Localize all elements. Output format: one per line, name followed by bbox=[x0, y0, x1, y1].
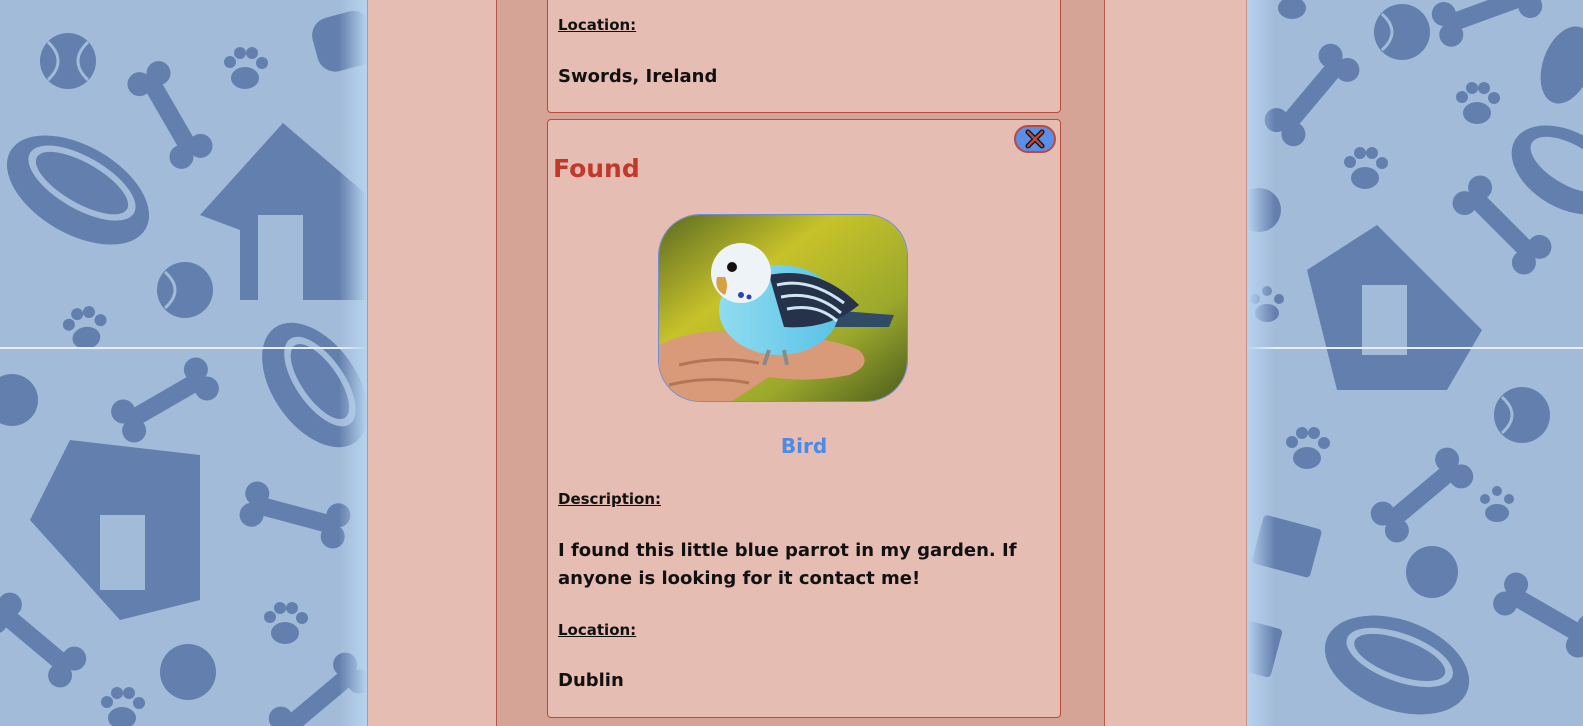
bone-icon bbox=[1370, 447, 1474, 543]
location-value: Dublin bbox=[558, 670, 624, 691]
paw-print-icon bbox=[1480, 486, 1514, 522]
paw-print-icon bbox=[1278, 0, 1306, 19]
close-x-icon bbox=[1025, 129, 1045, 149]
bone-icon bbox=[1493, 572, 1583, 658]
tennis-ball-icon bbox=[157, 262, 213, 318]
paw-print-icon bbox=[224, 47, 268, 89]
bowl-icon bbox=[6, 135, 150, 245]
tennis-ball-icon bbox=[1374, 4, 1430, 60]
bone-icon bbox=[111, 357, 219, 443]
bowl-icon bbox=[1540, 26, 1583, 104]
page: Location: Swords, Ireland Found Bird Des… bbox=[0, 0, 1583, 726]
paw-print-icon bbox=[1344, 147, 1388, 189]
bone-icon bbox=[0, 592, 87, 688]
pet-pattern-left bbox=[0, 11, 367, 726]
bone-icon bbox=[1431, 0, 1543, 47]
bone-icon bbox=[1264, 43, 1360, 147]
description-value: I found this little blue parrot in my ga… bbox=[558, 540, 1017, 589]
paw-print-icon bbox=[1286, 427, 1330, 469]
location-label: Location: bbox=[558, 621, 637, 639]
dog-house-icon bbox=[30, 440, 200, 620]
bowl-icon bbox=[1324, 615, 1470, 715]
location-label: Location: bbox=[558, 16, 637, 34]
tennis-ball-icon bbox=[40, 33, 96, 89]
location-value: Swords, Ireland bbox=[558, 66, 718, 87]
tennis-ball-icon bbox=[0, 374, 38, 426]
tennis-ball-icon bbox=[160, 644, 216, 700]
dog-house-icon bbox=[1307, 225, 1482, 390]
pattern-edge-fade bbox=[1247, 0, 1275, 726]
paw-print-icon bbox=[1456, 82, 1500, 124]
pattern-seam bbox=[1247, 347, 1583, 349]
paw-print-icon bbox=[264, 602, 308, 644]
paw-print-icon bbox=[101, 687, 145, 726]
description-label: Description: bbox=[558, 490, 662, 508]
bone-icon bbox=[239, 481, 351, 549]
pet-pattern-background-right bbox=[1247, 0, 1583, 726]
parakeet-photo bbox=[659, 215, 907, 401]
bowl-icon bbox=[1511, 125, 1583, 215]
pattern-edge-fade bbox=[339, 0, 367, 726]
post-card: Location: Swords, Ireland bbox=[547, 0, 1061, 113]
delete-post-button[interactable] bbox=[1014, 125, 1056, 153]
post-card-found: Found Bird Description: I found this lit… bbox=[547, 119, 1061, 718]
pet-type: Bird bbox=[780, 434, 828, 458]
tennis-ball-icon bbox=[1494, 387, 1550, 443]
pet-photo bbox=[658, 214, 908, 402]
bone-icon bbox=[127, 61, 213, 169]
paw-print-icon bbox=[62, 306, 107, 349]
post-status-title: Found bbox=[553, 154, 640, 183]
pet-pattern-background-left bbox=[0, 0, 367, 726]
tennis-ball-icon bbox=[1406, 546, 1458, 598]
pet-pattern-right bbox=[1247, 0, 1583, 715]
pattern-seam bbox=[0, 347, 367, 349]
